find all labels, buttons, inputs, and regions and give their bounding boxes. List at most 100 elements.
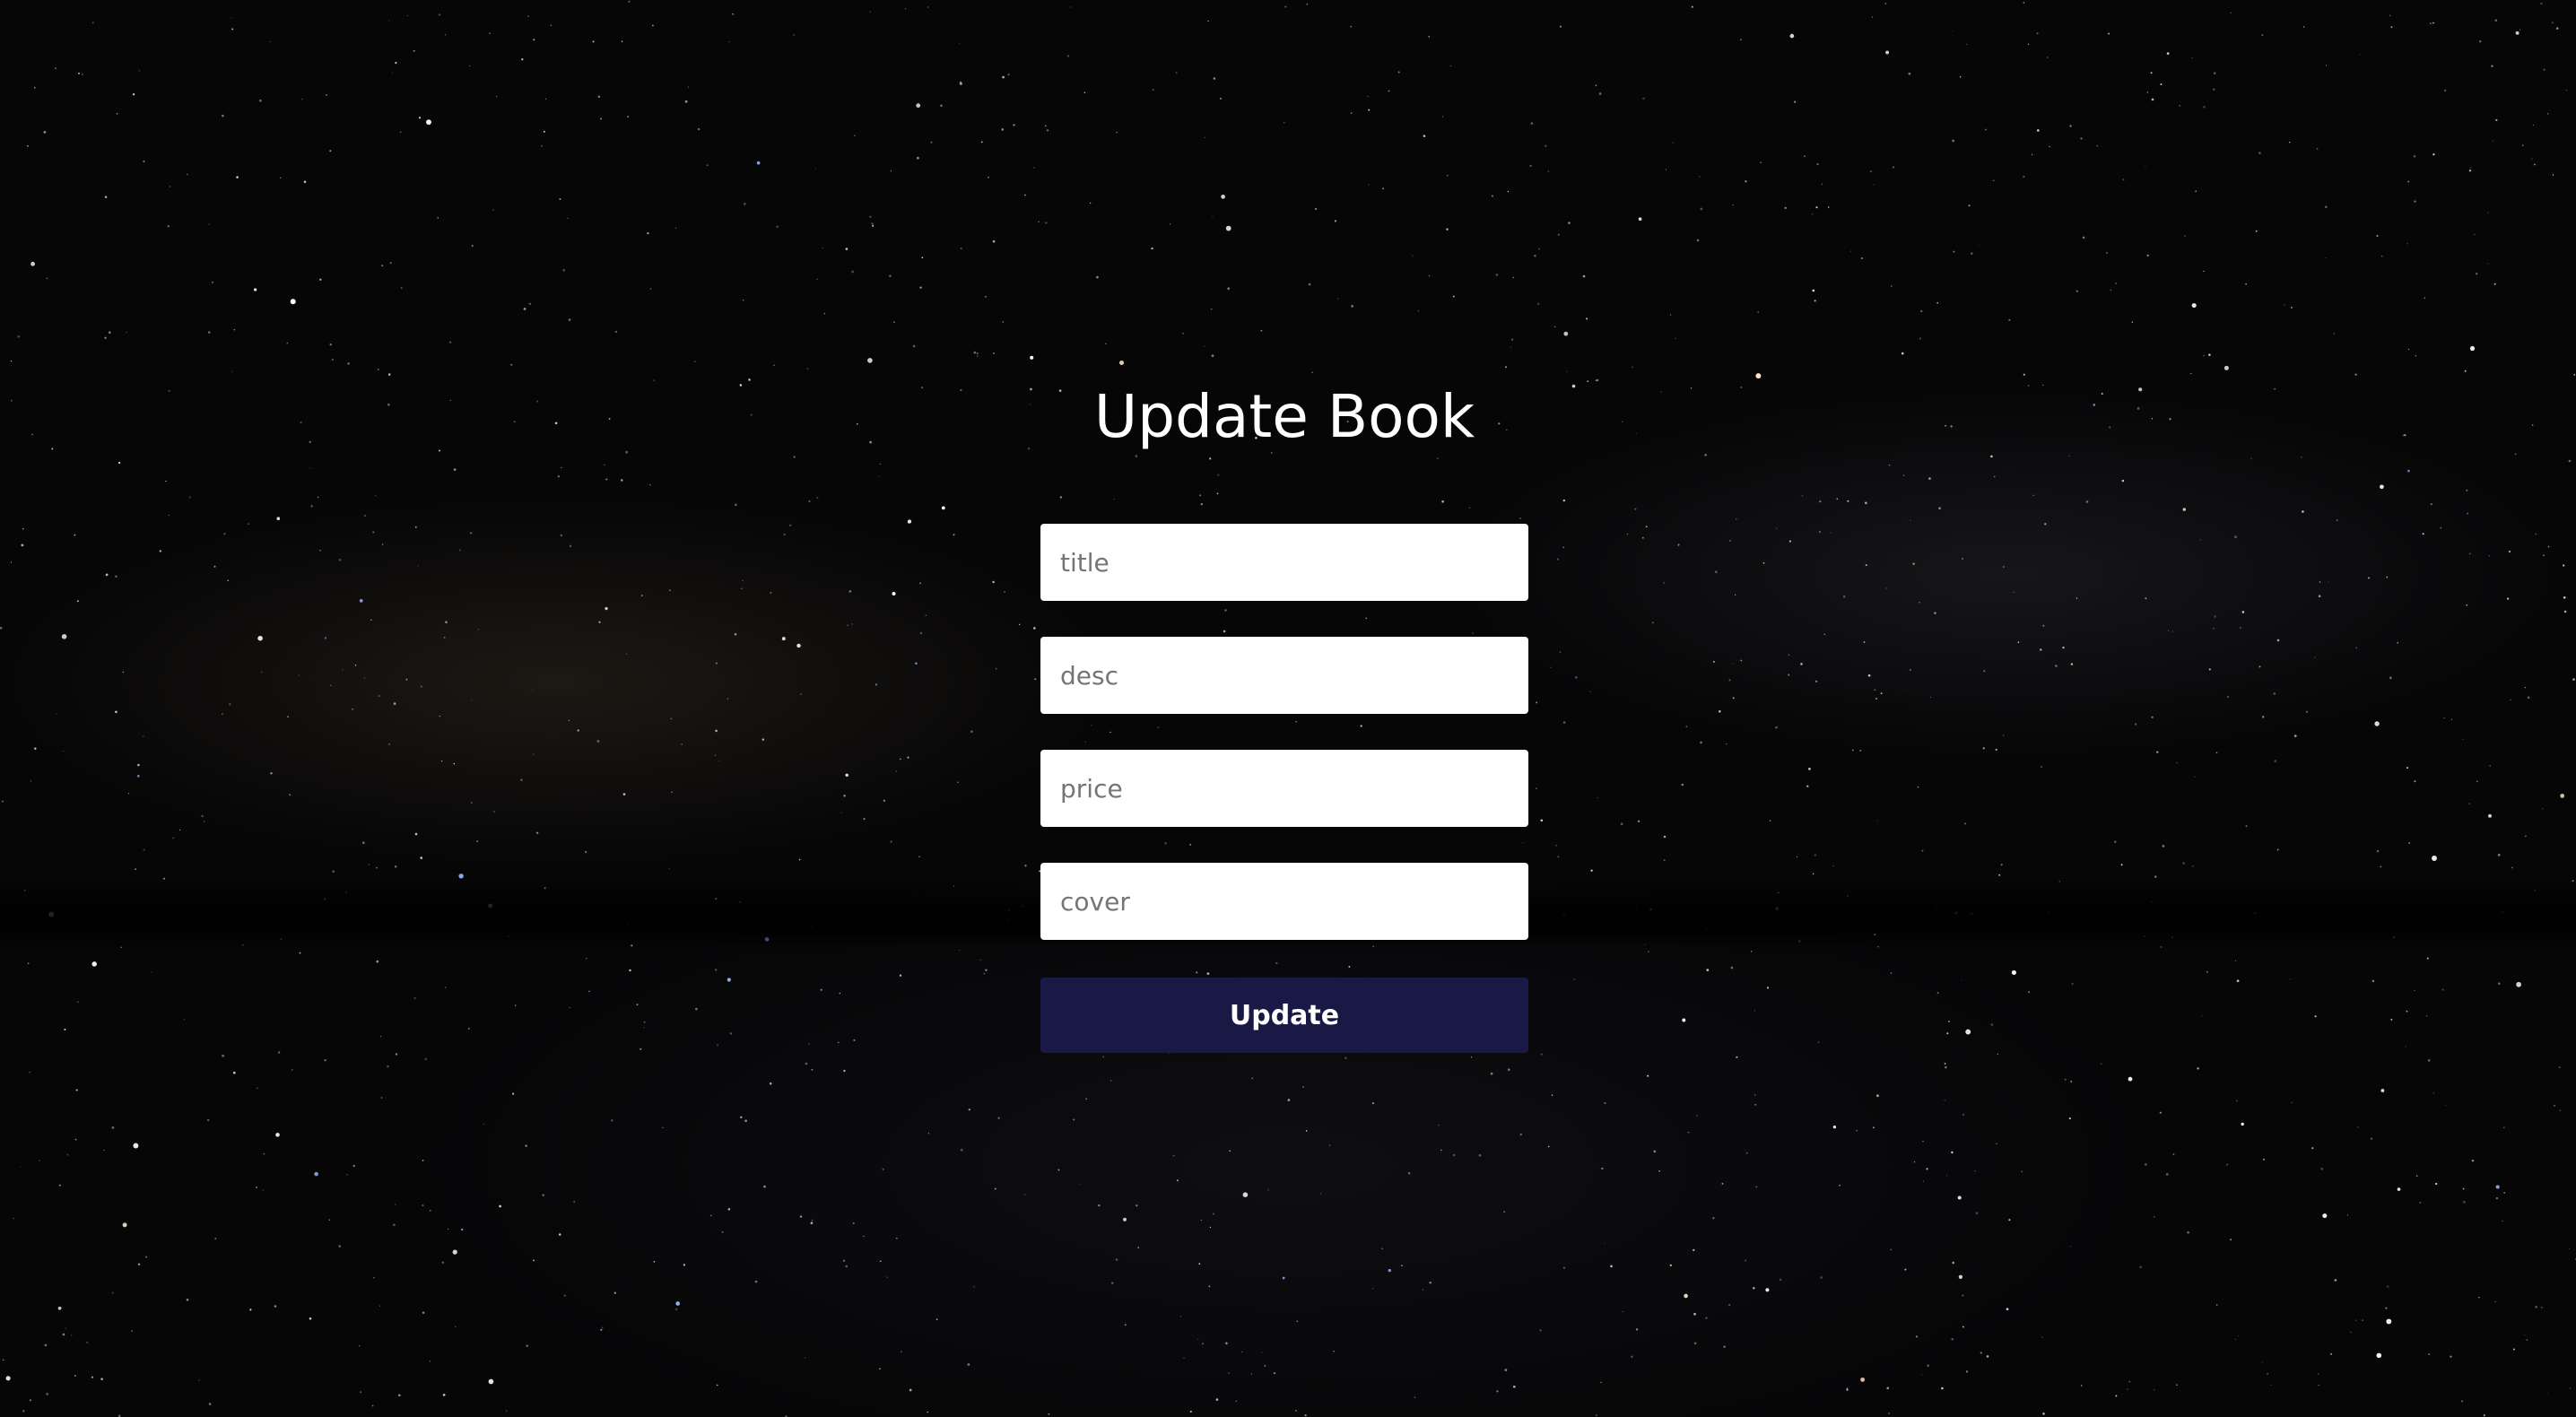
star: [77, 1001, 79, 1003]
star: [1304, 1413, 1307, 1417]
star: [422, 1160, 424, 1161]
cover-input[interactable]: [1040, 863, 1528, 940]
star: [78, 72, 80, 74]
star: [1453, 1153, 1456, 1157]
star: [167, 225, 170, 228]
star: [1808, 768, 1811, 770]
star: [2305, 710, 2309, 713]
star: [1045, 222, 1048, 224]
star: [1745, 180, 1747, 183]
star: [1811, 213, 1814, 215]
desc-input[interactable]: [1040, 637, 1528, 714]
star: [2468, 170, 2472, 172]
price-input[interactable]: [1040, 750, 1528, 827]
star: [742, 579, 744, 582]
star: [1556, 558, 1559, 561]
star: [1641, 536, 1644, 539]
star: [1197, 1338, 1199, 1341]
star: [319, 278, 322, 281]
star: [2494, 1300, 2496, 1303]
star: [1438, 1124, 1440, 1126]
star: [1428, 35, 1431, 38]
star: [1984, 128, 1987, 131]
star: [222, 1054, 224, 1057]
star: [418, 117, 422, 119]
star: [300, 421, 302, 424]
star: [298, 674, 300, 676]
star: [2397, 1187, 2401, 1191]
star: [526, 1344, 529, 1348]
star: [941, 506, 945, 510]
star: [847, 624, 849, 626]
star: [879, 1260, 882, 1263]
star: [1007, 74, 1010, 76]
update-button[interactable]: Update: [1040, 978, 1528, 1053]
star: [1740, 39, 1742, 41]
star: [117, 461, 121, 465]
star: [919, 286, 922, 289]
star: [1745, 1152, 1748, 1154]
star: [2082, 236, 2085, 239]
star: [1876, 1094, 1879, 1098]
star: [2514, 453, 2517, 456]
star: [1631, 1355, 1633, 1358]
star: [131, 1330, 134, 1333]
star: [1921, 849, 1924, 852]
star: [46, 277, 48, 280]
star: [2289, 142, 2291, 143]
star: [1681, 783, 1684, 787]
star: [592, 40, 595, 43]
star: [227, 579, 229, 582]
star: [1447, 174, 1449, 177]
star: [2255, 230, 2258, 232]
star: [1116, 131, 1118, 134]
star: [739, 384, 743, 387]
star: [714, 969, 718, 971]
star: [1922, 1180, 1924, 1182]
star: [1775, 726, 1778, 729]
star: [668, 868, 670, 870]
star: [137, 763, 140, 767]
star: [2191, 303, 2197, 309]
star: [1904, 1268, 1907, 1271]
star: [1635, 432, 1637, 434]
star: [2534, 163, 2536, 166]
star: [2162, 845, 2165, 848]
star: [600, 117, 603, 120]
star: [1540, 819, 1544, 822]
star: [1024, 865, 1027, 867]
star: [2402, 434, 2405, 437]
star: [1568, 222, 1571, 224]
star: [533, 1259, 535, 1262]
star: [39, 1160, 41, 1161]
star: [953, 534, 955, 536]
star: [1982, 747, 1985, 750]
star: [967, 1363, 970, 1366]
star: [231, 370, 233, 372]
star: [1183, 1357, 1185, 1360]
star: [2414, 780, 2416, 783]
star: [1693, 1312, 1696, 1316]
star: [303, 180, 307, 184]
star: [1658, 1169, 1660, 1172]
star: [1651, 622, 1654, 624]
star: [2508, 550, 2511, 553]
star: [1876, 820, 1878, 822]
star: [2551, 22, 2554, 24]
star: [1890, 972, 1893, 974]
star: [1751, 951, 1753, 952]
star: [65, 1327, 66, 1329]
star: [533, 753, 535, 755]
title-input[interactable]: [1040, 524, 1528, 601]
star: [2432, 22, 2434, 24]
star: [1333, 1350, 1335, 1352]
star: [916, 103, 921, 109]
star: [2250, 457, 2252, 460]
star: [387, 1065, 389, 1068]
star: [1201, 1343, 1205, 1345]
star: [310, 505, 313, 508]
star: [1470, 1056, 1473, 1058]
star: [1004, 591, 1005, 593]
star: [2450, 1355, 2452, 1358]
star: [380, 1097, 383, 1099]
